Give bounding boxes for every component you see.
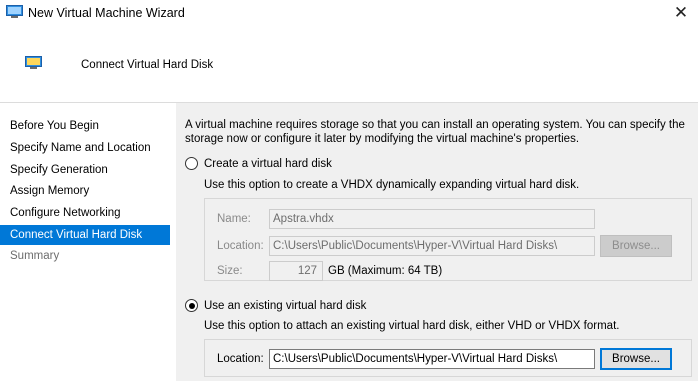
location-label: Location: [217, 240, 264, 252]
vm-monitor-icon [6, 5, 23, 18]
page-title: Connect Virtual Hard Disk [81, 59, 214, 71]
create-vhd-radio-option[interactable]: Create a virtual hard disk [185, 157, 332, 170]
sidebar-item-summary[interactable]: Summary [0, 246, 170, 266]
size-label: Size: [217, 265, 243, 277]
name-label: Name: [217, 213, 251, 225]
close-button[interactable]: ✕ [664, 0, 698, 28]
sidebar-item-assign-memory[interactable]: Assign Memory [0, 181, 170, 201]
vhd-size-field[interactable]: 127 [269, 261, 323, 281]
close-icon: ✕ [673, 3, 689, 22]
existing-vhd-label[interactable]: Use an existing virtual hard disk [204, 300, 366, 312]
vm-monitor-icon [25, 56, 42, 69]
vhd-name-field[interactable]: Apstra.vhdx [269, 209, 595, 229]
header-banner: Connect Virtual Hard Disk [0, 30, 698, 103]
new-vhd-location-field[interactable]: C:\Users\Public\Documents\Hyper-V\Virtua… [269, 236, 595, 256]
existing-vhd-location-field[interactable]: C:\Users\Public\Documents\Hyper-V\Virtua… [269, 349, 595, 369]
new-vhd-browse-button[interactable]: Browse... [600, 235, 672, 257]
existing-vhd-browse-button[interactable]: Browse... [600, 348, 672, 370]
content-panel: A virtual machine requires storage so th… [176, 103, 698, 381]
wizard-step-list: Before You Begin Specify Name and Locati… [0, 103, 176, 381]
create-vhd-group: Name: Apstra.vhdx Location: C:\Users\Pub… [204, 198, 692, 281]
create-vhd-radio[interactable] [185, 157, 198, 170]
size-unit-text: GB (Maximum: 64 TB) [328, 265, 443, 277]
intro-text: A virtual machine requires storage so th… [185, 119, 685, 145]
sidebar-item-configure-networking[interactable]: Configure Networking [0, 203, 170, 223]
existing-vhd-radio-option[interactable]: Use an existing virtual hard disk [185, 299, 366, 312]
existing-vhd-radio[interactable] [185, 299, 198, 312]
window-title: New Virtual Machine Wizard [28, 6, 185, 20]
title-bar: New Virtual Machine Wizard ✕ [0, 0, 698, 30]
existing-vhd-description: Use this option to attach an existing vi… [204, 320, 620, 332]
sidebar-item-specify-name-and-location[interactable]: Specify Name and Location [0, 138, 170, 158]
create-vhd-description: Use this option to create a VHDX dynamic… [204, 179, 580, 191]
sidebar-item-specify-generation[interactable]: Specify Generation [0, 160, 170, 180]
create-vhd-label[interactable]: Create a virtual hard disk [204, 158, 332, 170]
existing-location-label: Location: [217, 353, 264, 365]
sidebar-item-before-you-begin[interactable]: Before You Begin [0, 116, 170, 136]
sidebar-item-connect-virtual-hard-disk[interactable]: Connect Virtual Hard Disk [0, 225, 170, 245]
existing-vhd-group: Location: C:\Users\Public\Documents\Hype… [204, 339, 692, 377]
